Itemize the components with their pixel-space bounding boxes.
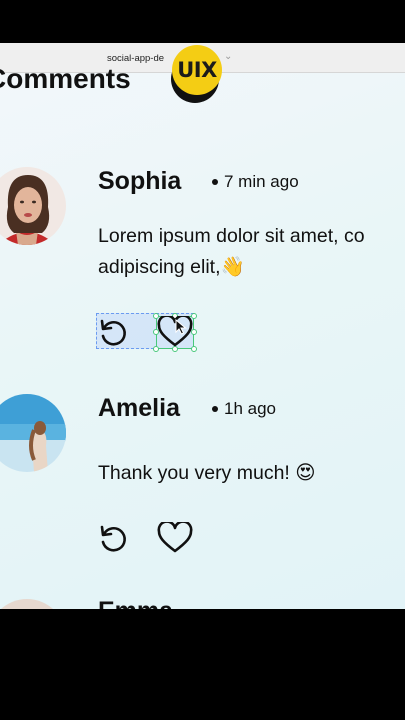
comment-timestamp: 1h ago [212,399,276,419]
reply-button[interactable] [94,314,130,350]
uix-logo: UIX [172,45,222,95]
reply-icon [100,319,126,346]
comment-text-line-1: Lorem ipsum dolor sit amet, co [98,225,365,247]
chevron-down-icon[interactable]: ⌄ [224,51,232,62]
uix-logo-badge: UIX [171,45,223,105]
avatar-sophia[interactable] [0,167,66,245]
letterbox-bottom [0,609,405,720]
like-button[interactable] [157,520,193,556]
page-title: Comments [0,63,131,94]
comment-author[interactable]: Sophia [98,167,181,196]
comment-text-line-1: Thank you very much! 😍 [98,462,316,484]
app-viewport: social-app-de ⌄ Comments UIX Sophia 7 mi… [0,43,405,609]
letterbox-top [0,0,405,43]
comment-author[interactable]: Amelia [98,394,180,423]
comment-text-line-2: adipiscing elit,👋 [98,256,245,278]
comment-author[interactable]: Emma [98,597,173,609]
avatar-emma[interactable] [0,599,66,609]
separator-dot [212,179,218,185]
comment-timestamp: 7 min ago [212,172,299,192]
comment-time: 7 min ago [224,172,299,191]
heart-icon [157,522,193,553]
comment-time: 1h ago [224,399,276,418]
reply-icon [100,525,126,552]
reply-button[interactable] [94,520,130,556]
separator-dot [212,406,218,412]
avatar-amelia[interactable] [0,394,66,472]
mouse-cursor-icon [175,319,187,335]
